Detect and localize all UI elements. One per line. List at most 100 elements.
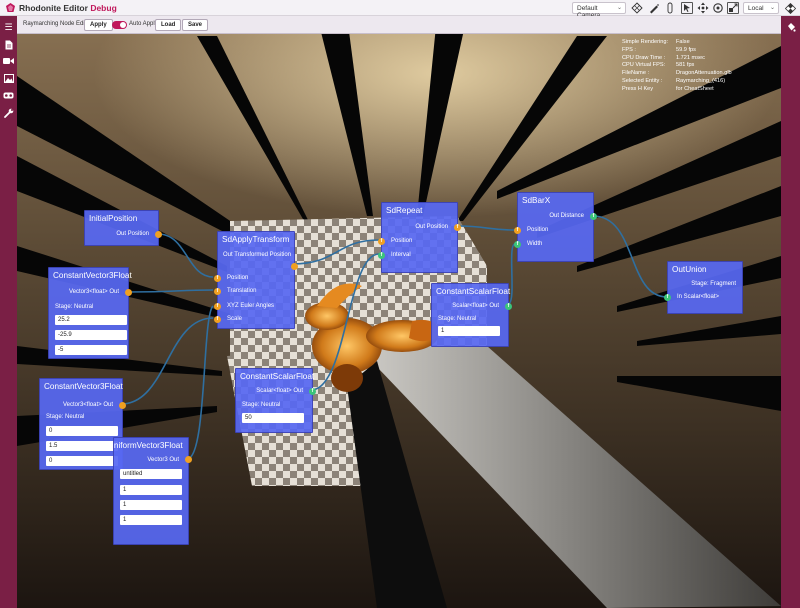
wire-barx-outunion: [592, 215, 668, 298]
node-title: ConstantVector3Float: [44, 382, 123, 391]
node-sd-repeat[interactable]: SdRepeat Out Position f f Position f Int…: [378, 202, 461, 273]
rotate-icon[interactable]: [712, 2, 724, 14]
stage-label: Stage: Neutral: [438, 316, 477, 322]
value-x-input[interactable]: 0: [46, 426, 118, 436]
node-title: InitialPosition: [89, 214, 138, 223]
output-label: Vector3<float> Out: [68, 289, 119, 295]
output-label: Scalar<float> Out: [256, 388, 303, 394]
value-z-input[interactable]: 1: [120, 515, 182, 525]
node-sd-bar-x[interactable]: SdBarX Out Distance f f Position f Width: [514, 192, 597, 262]
node-title: ConstantScalarFloat: [436, 287, 511, 296]
scalar-value-input[interactable]: 1: [438, 326, 500, 336]
node-title: ConstantVector3Float: [53, 271, 132, 280]
input-label: Position: [227, 275, 249, 281]
input-socket[interactable]: f: [214, 316, 221, 323]
document-icon[interactable]: [3, 40, 14, 50]
vr-goggles-icon[interactable]: [3, 91, 14, 101]
scalar-value-input[interactable]: 50: [242, 413, 304, 423]
output-label: Vector3 Out: [147, 457, 179, 463]
input-label: XYZ Euler Angles: [227, 303, 275, 309]
output-label: Scalar<float> Out: [452, 303, 499, 309]
input-label: Position: [527, 227, 549, 233]
wire-scalar50-interval: [310, 253, 380, 391]
node-constant-scalar-float[interactable]: ConstantScalarFloat Scalar<float> Out f …: [235, 368, 316, 433]
rhodonite-logo-icon: [6, 3, 15, 12]
wrench-icon[interactable]: [3, 108, 14, 118]
chevron-down-icon: ⌄: [769, 5, 775, 11]
node-initial-position[interactable]: InitialPosition Out Position: [84, 210, 162, 246]
space-select-value: Local: [748, 5, 764, 12]
node-sd-apply-transform[interactable]: SdApplyTransform Out Transformed Positio…: [214, 231, 298, 329]
value-x-input[interactable]: 1: [120, 485, 182, 495]
node-title: ConstantScalarFloat: [240, 372, 315, 381]
input-socket[interactable]: f: [214, 275, 221, 282]
space-select[interactable]: Local ⌄: [743, 2, 779, 14]
node-title: SdRepeat: [386, 206, 423, 215]
wire-uniform-euler: [186, 305, 214, 460]
output-label: Out Position: [116, 231, 149, 237]
value-y-input[interactable]: 1.5: [46, 441, 118, 451]
diamond-grid-icon[interactable]: [631, 2, 643, 14]
output-socket[interactable]: [125, 289, 132, 296]
input-label: Width: [527, 241, 543, 247]
input-label: In Scalar<float>: [677, 294, 720, 300]
output-socket[interactable]: f: [590, 213, 597, 220]
output-socket[interactable]: f: [454, 224, 461, 231]
3d-viewport[interactable]: Raymarching Node Editor Apply Auto Apply…: [17, 16, 781, 608]
app-title: Rhodonite Editor Debug: [19, 3, 117, 13]
output-socket[interactable]: [291, 263, 298, 270]
value-z-input[interactable]: -5: [55, 345, 127, 355]
output-label: Vector3<float> Out: [62, 402, 113, 408]
node-uniform-vector3-float[interactable]: UniformVector3Float Vector3 Out untitled…: [113, 437, 189, 545]
input-socket[interactable]: f: [214, 288, 221, 295]
node-title: SdApplyTransform: [222, 235, 290, 244]
wire-vec3b-scale: [120, 317, 214, 405]
uniform-name-input[interactable]: untitled: [120, 469, 182, 479]
node-title: SdBarX: [522, 196, 551, 205]
move-icon[interactable]: [697, 2, 709, 14]
input-label: Interval: [391, 252, 411, 258]
value-y-input[interactable]: 1: [120, 500, 182, 510]
output-label: Out Position: [415, 224, 448, 230]
node-constant-scalar-float[interactable]: ConstantScalarFloat Scalar<float> Out f …: [431, 283, 512, 347]
input-socket[interactable]: f: [214, 303, 221, 310]
node-out-union[interactable]: OutUnion Stage: Fragment f In Scalar<flo…: [664, 261, 743, 314]
capsule-icon[interactable]: [664, 2, 676, 14]
input-label: Scale: [227, 316, 243, 322]
stage-label: Stage: Neutral: [242, 402, 281, 408]
output-socket[interactable]: f: [309, 388, 316, 395]
output-socket[interactable]: [155, 231, 162, 238]
node-constant-vector3-float[interactable]: ConstantVector3Float Vector3<float> Out …: [39, 378, 126, 470]
scale-icon[interactable]: [727, 2, 739, 14]
input-socket[interactable]: f: [514, 227, 521, 234]
select-icon[interactable]: [681, 2, 693, 14]
wire-vec3a-translation: [127, 289, 214, 293]
output-socket[interactable]: [185, 456, 192, 463]
node-title: OutUnion: [672, 265, 707, 274]
video-camera-icon[interactable]: [3, 57, 14, 67]
value-y-input[interactable]: -25.9: [55, 330, 127, 340]
paint-bucket-icon[interactable]: [785, 22, 796, 32]
input-socket[interactable]: f: [664, 294, 671, 301]
right-sidebar: [781, 16, 800, 608]
pen-icon[interactable]: [648, 2, 660, 14]
checker-icon[interactable]: [784, 2, 796, 14]
stage-label: Stage: Neutral: [55, 304, 94, 310]
stage-label: Stage: Fragment: [691, 281, 736, 287]
output-label: Out Distance: [549, 213, 584, 219]
stage-label: Stage: Neutral: [46, 414, 85, 420]
value-x-input[interactable]: 25.2: [55, 315, 127, 325]
output-socket[interactable]: f: [505, 303, 512, 310]
left-sidebar: ☰: [0, 16, 17, 608]
value-z-input[interactable]: 0: [46, 456, 118, 466]
output-label: Out Transformed Position: [223, 252, 292, 258]
app-name: Rhodonite Editor: [19, 3, 88, 13]
node-constant-vector3-float[interactable]: ConstantVector3Float Vector3<float> Out …: [48, 267, 132, 359]
input-socket[interactable]: f: [378, 252, 385, 259]
list-icon[interactable]: ☰: [3, 22, 14, 32]
input-socket[interactable]: f: [378, 238, 385, 245]
camera-select[interactable]: Default Camera⌄: [572, 2, 626, 19]
image-icon[interactable]: [3, 74, 14, 84]
input-socket[interactable]: f: [514, 241, 521, 248]
output-socket[interactable]: [119, 402, 126, 409]
